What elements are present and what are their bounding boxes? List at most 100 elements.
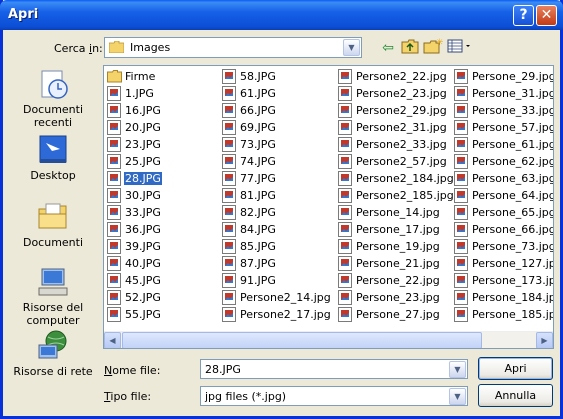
file-item[interactable]: Persone2_33.jpg bbox=[337, 136, 455, 153]
file-name: 55.JPG bbox=[125, 308, 161, 321]
file-item[interactable]: Persone_14.jpg bbox=[337, 204, 455, 221]
file-item[interactable]: Persone_27.jpg bbox=[337, 306, 455, 323]
filename-label: Nome file: bbox=[104, 364, 161, 377]
place-label: Documenti recenti bbox=[22, 103, 84, 129]
file-item[interactable]: Persone2_23.jpg bbox=[337, 85, 455, 102]
file-item[interactable]: 77.JPG bbox=[221, 170, 332, 187]
file-item[interactable]: Persone_21.jpg bbox=[337, 255, 455, 272]
file-item[interactable]: 55.JPG bbox=[106, 306, 162, 323]
filetype-dropdown[interactable]: jpg files (*.jpg) ▼ bbox=[200, 386, 468, 406]
up-folder-icon[interactable] bbox=[400, 38, 420, 58]
file-item[interactable]: Persone2_17.jpg bbox=[221, 306, 332, 323]
file-name: Persone2_14.jpg bbox=[240, 291, 331, 304]
look-in-dropdown[interactable]: Images ▼ bbox=[104, 37, 362, 58]
file-item[interactable]: Persone_184.jpg bbox=[453, 289, 553, 306]
file-name: Persone_27.jpg bbox=[356, 308, 440, 321]
file-list[interactable]: Firme 1.JPG 16.JPG 20.JPG 23.JPG 25.JPG 28.JPG… bbox=[103, 65, 554, 349]
file-item[interactable]: 20.JPG bbox=[106, 119, 162, 136]
file-item[interactable]: Persone_64.jpg bbox=[453, 187, 553, 204]
file-item[interactable]: Persone_33.jpg bbox=[453, 102, 553, 119]
file-item[interactable]: 30.JPG bbox=[106, 187, 162, 204]
file-item[interactable]: Persone2_14.jpg bbox=[221, 289, 332, 306]
place-recent-documents[interactable]: Documenti recenti bbox=[11, 67, 95, 129]
file-name: 39.JPG bbox=[125, 240, 161, 253]
image-file-icon bbox=[454, 154, 468, 169]
file-item[interactable]: 25.JPG bbox=[106, 153, 162, 170]
file-item[interactable]: Persone_173.jpg bbox=[453, 272, 553, 289]
scroll-left-icon[interactable]: ◀ bbox=[104, 332, 121, 348]
place-network[interactable]: Risorse di rete bbox=[11, 329, 95, 378]
file-item[interactable]: 82.JPG bbox=[221, 204, 332, 221]
chevron-down-icon[interactable]: ▼ bbox=[449, 361, 466, 378]
file-item[interactable]: 84.JPG bbox=[221, 221, 332, 238]
file-item[interactable]: Persone_62.jpg bbox=[453, 153, 553, 170]
file-item[interactable]: 45.JPG bbox=[106, 272, 162, 289]
file-item[interactable]: 40.JPG bbox=[106, 255, 162, 272]
file-item[interactable]: 1.JPG bbox=[106, 85, 162, 102]
file-item[interactable]: Persone_66.jpg bbox=[453, 221, 553, 238]
file-item[interactable]: 73.JPG bbox=[221, 136, 332, 153]
file-item[interactable]: Persone_185.jpg bbox=[453, 306, 553, 323]
file-item[interactable]: 39.JPG bbox=[106, 238, 162, 255]
file-item[interactable]: 69.JPG bbox=[221, 119, 332, 136]
file-item[interactable]: 16.JPG bbox=[106, 102, 162, 119]
file-item[interactable]: Persone2_29.jpg bbox=[337, 102, 455, 119]
file-item[interactable]: 58.JPG bbox=[221, 68, 332, 85]
file-item[interactable]: 85.JPG bbox=[221, 238, 332, 255]
open-button[interactable]: Apri bbox=[478, 357, 553, 380]
cancel-button[interactable]: Annulla bbox=[478, 384, 553, 407]
file-item[interactable]: Persone_29.jpg bbox=[453, 68, 553, 85]
scroll-right-icon[interactable]: ▶ bbox=[536, 332, 553, 348]
file-item[interactable]: Persone_23.jpg bbox=[337, 289, 455, 306]
file-item[interactable]: 66.JPG bbox=[221, 102, 332, 119]
filename-field[interactable]: 28.JPG ▼ bbox=[200, 359, 468, 379]
new-folder-icon[interactable]: ✳ bbox=[423, 38, 444, 58]
file-item[interactable]: Persone_19.jpg bbox=[337, 238, 455, 255]
title-bar[interactable]: Apri ? ✕ bbox=[0, 0, 563, 30]
chevron-down-icon[interactable]: ▼ bbox=[343, 39, 360, 56]
help-button[interactable]: ? bbox=[513, 5, 534, 26]
file-item[interactable]: 33.JPG bbox=[106, 204, 162, 221]
close-button[interactable]: ✕ bbox=[536, 5, 557, 26]
file-item[interactable]: Persone2_184.jpg bbox=[337, 170, 455, 187]
file-item[interactable]: 23.JPG bbox=[106, 136, 162, 153]
image-file-icon bbox=[222, 171, 236, 186]
file-item[interactable]: Persone_57.jpg bbox=[453, 119, 553, 136]
image-file-icon bbox=[454, 205, 468, 220]
file-item[interactable]: 36.JPG bbox=[106, 221, 162, 238]
file-item[interactable]: Persone2_185.jpg bbox=[337, 187, 455, 204]
place-label: Risorse del computer bbox=[22, 301, 84, 327]
chevron-down-icon[interactable]: ▼ bbox=[449, 388, 466, 405]
file-item[interactable]: Persone_17.jpg bbox=[337, 221, 455, 238]
place-my-documents[interactable]: Documenti bbox=[11, 200, 95, 249]
file-name: Persone_31.jpg bbox=[472, 87, 554, 100]
file-item[interactable]: Persone_65.jpg bbox=[453, 204, 553, 221]
file-item[interactable]: 87.JPG bbox=[221, 255, 332, 272]
file-name: 69.JPG bbox=[240, 121, 276, 134]
image-file-icon bbox=[338, 239, 352, 254]
place-desktop[interactable]: Desktop bbox=[11, 133, 95, 182]
file-item[interactable]: Persone_63.jpg bbox=[453, 170, 553, 187]
file-column: 58.JPG 61.JPG 66.JPG 69.JPG 73.JPG 74.JPG 77.J… bbox=[221, 68, 332, 323]
file-item[interactable]: Persone2_31.jpg bbox=[337, 119, 455, 136]
file-item[interactable]: 81.JPG bbox=[221, 187, 332, 204]
scroll-thumb[interactable] bbox=[122, 332, 482, 348]
back-arrow-icon[interactable]: ⇦ bbox=[378, 38, 398, 58]
file-item[interactable]: Persone_31.jpg bbox=[453, 85, 554, 102]
file-item[interactable]: 52.JPG bbox=[106, 289, 162, 306]
file-item[interactable]: 74.JPG bbox=[221, 153, 332, 170]
horizontal-scrollbar[interactable]: ◀ ▶ bbox=[104, 331, 553, 348]
file-item[interactable]: Persone_61.jpg bbox=[453, 136, 553, 153]
view-menu-icon[interactable] bbox=[447, 38, 473, 58]
place-my-computer[interactable]: Risorse del computer bbox=[11, 265, 95, 327]
file-item[interactable]: 28.JPG bbox=[106, 170, 162, 187]
file-item[interactable]: 91.JPG bbox=[221, 272, 332, 289]
file-item[interactable]: Persone2_57.jpg bbox=[337, 153, 455, 170]
folder-item[interactable]: Firme bbox=[106, 68, 162, 85]
file-name: 45.JPG bbox=[125, 274, 161, 287]
file-item[interactable]: Persone_73.jpg bbox=[453, 238, 553, 255]
file-item[interactable]: Persone_22.jpg bbox=[337, 272, 455, 289]
file-item[interactable]: 61.JPG bbox=[221, 85, 332, 102]
file-item[interactable]: Persone_127.jpg bbox=[453, 255, 553, 272]
file-item[interactable]: Persone2_22.jpg bbox=[337, 68, 455, 85]
